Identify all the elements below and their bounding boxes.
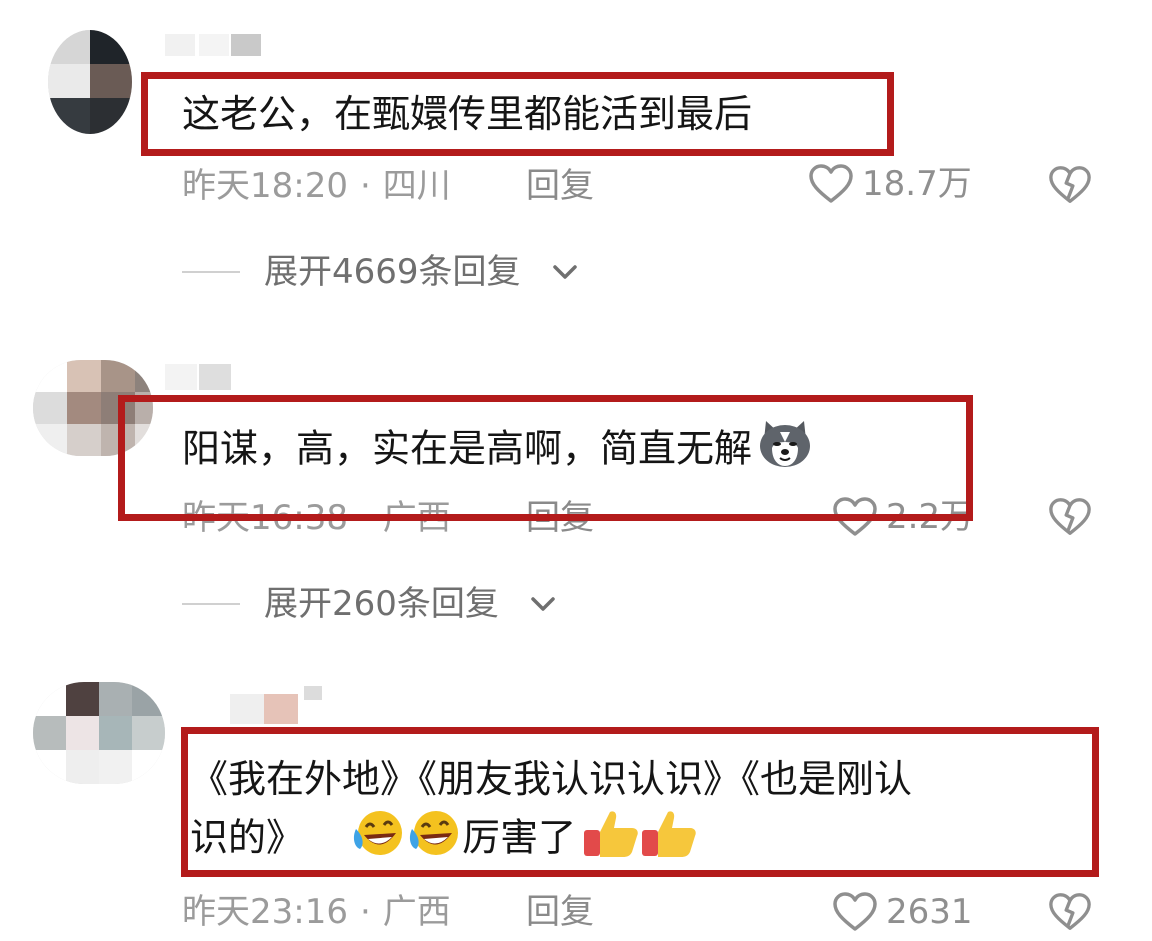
broken-heart-icon[interactable] [1048, 890, 1092, 934]
avatar[interactable] [33, 682, 165, 784]
username[interactable] [230, 686, 330, 726]
heart-outline-icon [809, 164, 853, 203]
username[interactable] [165, 34, 265, 64]
like-count: 2631 [886, 892, 973, 932]
comment-text-line: 《我在外地》《朋友我认识认识》《也是刚认 [190, 757, 913, 801]
comment-text: 《我在外地》《朋友我认识认识》《也是刚认 识的》 厉害了 [190, 752, 1080, 874]
avatar[interactable] [48, 30, 132, 134]
comment-meta: 昨天23:16 · 广西 [182, 892, 451, 932]
comment-text-line: 识的》 [190, 815, 305, 860]
laugh-tears-emoji-icon [350, 807, 406, 873]
comment-meta: 昨天18:20 · 四川 [182, 166, 451, 206]
comment-item: 《我在外地》《朋友我认识认识》《也是刚认 识的》 厉害了 昨天23:16 · 广… [0, 660, 1152, 941]
reply-button[interactable]: 回复 [526, 892, 594, 932]
comment-text-line: 厉害了 [462, 815, 577, 860]
thumbs-up-emoji-icon [640, 806, 698, 874]
like-button[interactable]: 2631 [832, 891, 973, 933]
heart-outline-icon [833, 892, 877, 931]
expand-replies-button[interactable]: 展开4669条回复 [182, 252, 579, 292]
comment-item: 这老公，在甄嬛传里都能活到最后 昨天18:20 · 四川 回复 18.7万 展开46… [0, 0, 1152, 320]
laugh-tears-emoji-icon [406, 807, 462, 873]
chevron-down-icon [552, 265, 577, 279]
comment-time: 昨天23:16 [182, 892, 348, 932]
expand-label: 展开4669条回复 [264, 252, 521, 292]
comment-text: 阳谋，高，实在是高啊，简直无解 [182, 418, 814, 484]
expand-replies-button[interactable]: 展开260条回复 [182, 584, 557, 624]
comment-location: 广西 [382, 892, 451, 932]
like-count: 18.7万 [862, 164, 972, 204]
comment-item: 昨天16:38 · 广西 回复 2.2万 阳谋，高，实在是高啊，简直无解 展开2… [0, 330, 1152, 650]
comment-text: 这老公，在甄嬛传里都能活到最后 [182, 92, 753, 136]
comment-time: 昨天18:20 [182, 166, 348, 206]
chevron-down-icon [531, 597, 555, 611]
meta-separator: · [359, 166, 371, 206]
broken-heart-icon[interactable] [1048, 495, 1092, 539]
thumbs-up-emoji-icon [582, 806, 640, 874]
husky-emoji-icon [756, 418, 814, 484]
broken-heart-icon[interactable] [1048, 163, 1092, 207]
expand-label: 展开260条回复 [264, 584, 499, 624]
meta-separator: · [359, 892, 371, 932]
comment-text-content: 阳谋，高，实在是高啊，简直无解 [182, 426, 753, 471]
comment-location: 四川 [382, 166, 451, 206]
username[interactable] [165, 364, 235, 394]
like-button[interactable]: 18.7万 [808, 163, 972, 205]
reply-button[interactable]: 回复 [526, 166, 594, 206]
expand-divider [182, 603, 240, 605]
expand-divider [182, 271, 240, 273]
